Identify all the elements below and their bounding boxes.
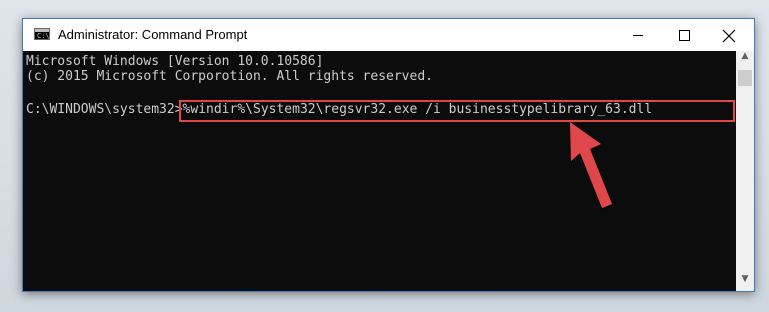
title-bar[interactable]: C:\ Administrator: Command Prompt — [23, 19, 754, 51]
maximize-icon — [679, 30, 690, 41]
command-highlight-box — [179, 100, 735, 122]
close-button[interactable] — [707, 19, 753, 51]
minimize-button[interactable] — [615, 19, 661, 51]
scroll-thumb[interactable] — [738, 70, 752, 86]
minimize-icon — [633, 35, 643, 36]
red-arrow-icon — [570, 122, 612, 208]
scroll-up-button[interactable]: ▲ — [736, 51, 754, 68]
command-prompt-window: C:\ Administrator: Command Prompt Micros… — [22, 18, 755, 292]
maximize-button[interactable] — [661, 19, 707, 51]
vertical-scrollbar[interactable]: ▲ ▼ — [736, 51, 754, 291]
cmd-icon[interactable]: C:\ — [34, 28, 50, 40]
console-line: Microsoft Windows [Version 10.0.10586] — [26, 54, 324, 69]
cmd-icon-prompt-text: C:\ — [37, 32, 50, 40]
prompt-text: C:\WINDOWS\system32> — [26, 102, 183, 117]
console-line: (c) 2015 Microsoft Corporotion. All righ… — [26, 69, 433, 84]
window-title: Administrator: Command Prompt — [58, 27, 248, 42]
scroll-down-button[interactable]: ▼ — [736, 274, 754, 291]
close-icon — [722, 29, 736, 43]
